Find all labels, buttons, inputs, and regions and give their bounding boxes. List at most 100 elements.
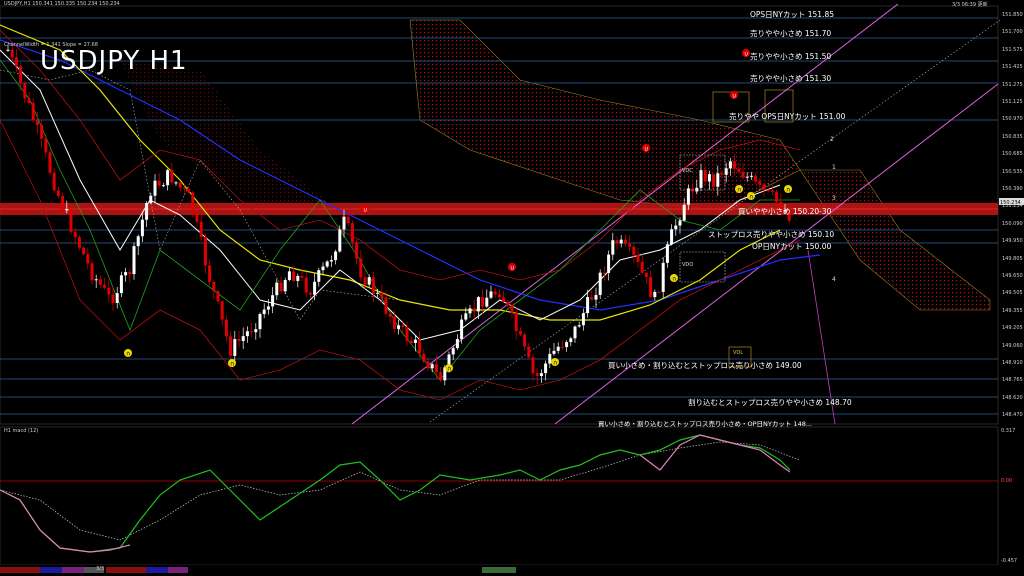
bull-candle [233, 339, 237, 356]
period-segment [482, 567, 516, 573]
bear-candle [14, 57, 18, 67]
bear-candle [86, 254, 90, 264]
bull-candle [665, 244, 669, 263]
bear-candle [628, 243, 632, 247]
buy-signal-glyph: ∩ [230, 361, 234, 368]
bear-candle [758, 181, 762, 185]
bear-candle [199, 221, 203, 237]
vdl-marker: VDL [733, 350, 743, 356]
bear-candle [157, 180, 161, 186]
channel-mark-2: 2 [830, 136, 834, 143]
bear-candle [623, 239, 627, 244]
sell-signal-glyph: ∪ [363, 207, 367, 214]
bull-candle [241, 336, 245, 341]
bear-candle [439, 372, 443, 381]
bear-candle [292, 271, 296, 281]
bear-candle [237, 339, 241, 341]
period-segment [168, 567, 188, 573]
bull-candle [153, 180, 157, 196]
bull-candle [119, 275, 123, 294]
bull-candle [367, 277, 371, 285]
period-segment [146, 567, 168, 573]
bear-candle [195, 213, 199, 222]
bear-candle [590, 297, 594, 300]
bull-candle [430, 364, 434, 369]
bull-candle [455, 339, 459, 349]
bear-candle [615, 240, 619, 244]
bear-candle [279, 282, 283, 292]
price-tick: 150.234 [1002, 203, 1023, 210]
bear-candle [636, 254, 640, 262]
bull-candle [266, 306, 270, 310]
vdc-marker: VDC [682, 168, 693, 174]
price-tick: 151.425 [1002, 64, 1023, 71]
bull-candle [460, 319, 464, 340]
bull-candle [565, 342, 569, 348]
bear-candle [170, 170, 174, 183]
bear-candle [69, 209, 73, 232]
channel-mark-3: 3 [832, 195, 836, 202]
price-tick: 148.765 [1002, 377, 1023, 384]
bear-candle [741, 171, 745, 178]
bear-candle [762, 184, 766, 191]
bull-candle [313, 281, 317, 295]
level-label: 売りやや小さめ 151.70 [750, 29, 832, 38]
buy-signal-glyph: ∩ [672, 276, 676, 283]
price-tick: 151.275 [1002, 81, 1023, 88]
bull-candle [611, 240, 615, 255]
bear-candle [90, 263, 94, 281]
bull-candle [140, 219, 144, 237]
price-tick: 150.685 [1002, 151, 1023, 158]
bear-candle [560, 346, 564, 348]
bear-candle [523, 334, 527, 347]
price-tick: 151.700 [1002, 29, 1023, 36]
price-tick: 149.505 [1002, 290, 1023, 297]
buy-signal-glyph: ∩ [786, 187, 790, 194]
level-label: 売りやや OPS日NYカット 151.00 [729, 112, 846, 121]
bull-candle [6, 49, 10, 51]
bull-candle [674, 225, 678, 230]
bull-candle [686, 188, 690, 205]
bull-candle [581, 313, 585, 326]
bear-candle [472, 308, 476, 312]
bull-candle [325, 261, 329, 267]
bull-candle [376, 292, 380, 294]
bear-candle [44, 138, 48, 153]
bull-candle [321, 266, 325, 271]
bull-candle [149, 195, 153, 204]
bull-candle [464, 313, 468, 320]
bear-candle [405, 326, 409, 341]
level-label: OPS日NYカット 151.85 [750, 10, 835, 19]
bull-candle [338, 229, 342, 252]
chart-window[interactable]: VDC VDO VDL ∩ ∩ ∩ ∩ ∩ ∩ ∩ ∩ ∪ ∪ ∪ ∪ ∪ 2 1 3 4 150.23… [0, 0, 1024, 576]
bull-candle [145, 203, 149, 220]
bear-candle [61, 195, 65, 211]
bear-candle [77, 237, 81, 248]
bear-candle [481, 297, 485, 307]
price-tick: 148.470 [1002, 412, 1023, 419]
level-label: 買い小さめ・割り込むとストップロス売り小さめ・OP日NYカット 148... [598, 420, 813, 428]
bear-candle [346, 216, 350, 224]
bull-candle [65, 209, 69, 211]
bear-candle [497, 294, 501, 298]
bear-candle [737, 168, 741, 172]
bear-candle [640, 261, 644, 273]
bull-candle [485, 297, 489, 307]
update-timestamp: 3/3 06:39 更新 [952, 2, 988, 8]
level-label: OP日NYカット 150.00 [752, 242, 832, 251]
bear-candle [103, 284, 107, 288]
bull-candle [548, 353, 552, 364]
bear-candle [111, 294, 115, 303]
bear-candle [355, 242, 359, 259]
price-tick: 148.910 [1002, 360, 1023, 366]
bear-candle [703, 170, 707, 182]
bear-candle [27, 98, 31, 104]
bear-candle [203, 236, 207, 266]
bear-candle [52, 172, 56, 191]
bear-candle [514, 312, 518, 332]
bear-candle [304, 277, 308, 293]
bull-candle [598, 272, 602, 295]
bear-candle [649, 276, 653, 298]
bull-candle [682, 204, 686, 221]
level-label: ストップロス売りやや小さめ 150.10 [708, 230, 835, 239]
